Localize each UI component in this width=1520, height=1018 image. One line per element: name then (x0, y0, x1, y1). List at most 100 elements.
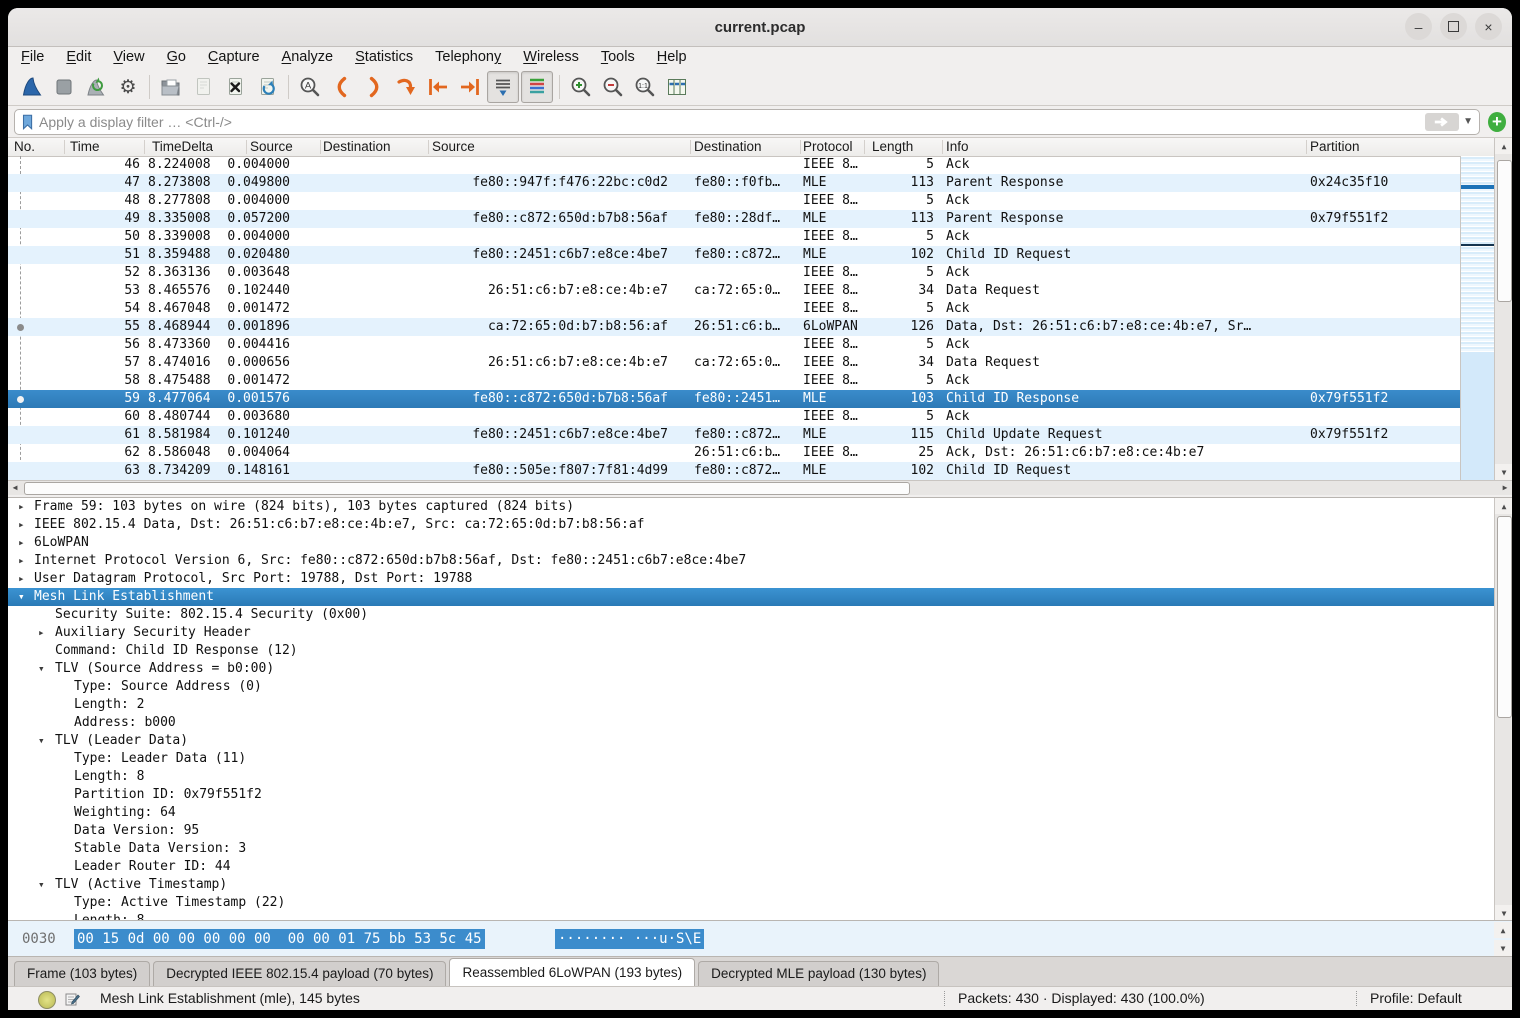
resize-columns-button[interactable] (662, 72, 692, 102)
detail-line[interactable]: Type: Source Address (0) (8, 678, 1494, 696)
packet-row-51[interactable]: 518.3594880.020480fe80::2451:c6b7:e8ce:4… (8, 246, 1460, 264)
detail-line[interactable]: ▸Auxiliary Security Header (8, 624, 1494, 642)
detail-line[interactable]: Command: Child ID Response (12) (8, 642, 1494, 660)
packet-row-58[interactable]: 588.4754880.001472IEEE 8…5Ack (8, 372, 1460, 390)
detail-line[interactable]: ▸IEEE 802.15.4 Data, Dst: 26:51:c6:b7:e8… (8, 516, 1494, 534)
menu-help[interactable]: Help (646, 49, 698, 65)
add-filter-button[interactable]: + (1488, 112, 1506, 132)
display-filter-box[interactable]: ▼ (14, 109, 1480, 135)
menu-file[interactable]: File (10, 49, 55, 65)
menu-go[interactable]: Go (156, 49, 197, 65)
zoom-out-button[interactable] (598, 72, 628, 102)
intelligent-scrollbar[interactable] (1460, 156, 1494, 480)
detail-line[interactable]: Stable Data Version: 3 (8, 840, 1494, 858)
scroll-down-icon[interactable]: ▼ (1495, 464, 1512, 480)
title-bar[interactable]: current.pcap – × (8, 8, 1512, 47)
detail-line[interactable]: ▸Internet Protocol Version 6, Src: fe80:… (8, 552, 1494, 570)
column-header-info[interactable]: Info (946, 139, 969, 154)
detail-line[interactable]: ▾Mesh Link Establishment (8, 588, 1494, 606)
close-file-button[interactable] (220, 72, 250, 102)
column-separator[interactable] (320, 140, 321, 154)
zoom-in-button[interactable] (566, 72, 596, 102)
packet-row-49[interactable]: 498.3350080.057200fe80::c872:650d:b7b8:5… (8, 210, 1460, 228)
collapsed-arrow-icon[interactable]: ▸ (38, 624, 45, 642)
packet-row-46[interactable]: 468.2240080.004000IEEE 8…5Ack (8, 156, 1460, 174)
menu-wireless[interactable]: Wireless (512, 49, 590, 65)
detail-line[interactable]: Security Suite: 802.15.4 Security (0x00) (8, 606, 1494, 624)
byte-tab-3[interactable]: Decrypted MLE payload (130 bytes) (698, 961, 939, 986)
packet-row-59[interactable]: 598.4770640.001576fe80::c872:650d:b7b8:5… (8, 390, 1460, 408)
scroll-down-icon[interactable]: ▼ (1495, 905, 1512, 921)
detail-line[interactable]: Weighting: 64 (8, 804, 1494, 822)
detail-line[interactable]: ▾TLV (Source Address = b0:00) (8, 660, 1494, 678)
column-separator[interactable] (1306, 140, 1307, 154)
detail-line[interactable]: Partition ID: 0x79f551f2 (8, 786, 1494, 804)
reload-file-button[interactable] (252, 72, 282, 102)
column-header-source[interactable]: Source (250, 139, 293, 154)
column-header-timedelta[interactable]: TimeDelta (152, 139, 213, 154)
detail-line[interactable]: ▾TLV (Active Timestamp) (8, 876, 1494, 894)
scroll-up-icon[interactable]: ▲ (1495, 138, 1512, 154)
hex-ascii-selected[interactable]: ········ ···u·S\E (555, 929, 704, 949)
scroll-right-icon[interactable]: ▶ (1498, 481, 1512, 494)
column-separator[interactable] (428, 140, 429, 154)
column-separator[interactable] (942, 140, 943, 154)
column-separator[interactable] (800, 140, 801, 154)
scroll-up-icon[interactable]: ▲ (1494, 922, 1512, 938)
menu-capture[interactable]: Capture (197, 49, 271, 65)
column-header-protocol[interactable]: Protocol (803, 139, 853, 154)
expanded-arrow-icon[interactable]: ▾ (18, 588, 25, 606)
details-scroll-thumb[interactable] (1497, 516, 1512, 718)
packet-row-63[interactable]: 638.7342090.148161fe80::505e:f807:7f81:4… (8, 462, 1460, 480)
packet-row-52[interactable]: 528.3631360.003648IEEE 8…5Ack (8, 264, 1460, 282)
column-separator[interactable] (864, 140, 865, 154)
byte-tab-2[interactable]: Reassembled 6LoWPAN (193 bytes) (449, 958, 695, 986)
packet-list-hscrollbar[interactable]: ◀ ▶ (8, 480, 1512, 495)
column-separator[interactable] (144, 140, 145, 154)
status-profile[interactable]: Profile: Default (1370, 990, 1462, 1006)
menu-edit[interactable]: Edit (55, 49, 102, 65)
packet-row-62[interactable]: 628.5860480.00406426:51:c6:b…IEEE 8…25Ac… (8, 444, 1460, 462)
open-file-button[interactable] (156, 72, 186, 102)
detail-line[interactable]: ▸Frame 59: 103 bytes on wire (824 bits),… (8, 498, 1494, 516)
colorize-button[interactable] (521, 71, 553, 103)
packet-row-53[interactable]: 538.4655760.10244026:51:c6:b7:e8:ce:4b:e… (8, 282, 1460, 300)
collapsed-arrow-icon[interactable]: ▸ (18, 534, 25, 552)
column-header-destination[interactable]: Destination (323, 139, 391, 154)
find-packet-button[interactable]: A (295, 72, 325, 102)
column-separator[interactable] (64, 140, 65, 154)
packet-row-55[interactable]: 558.4689440.001896ca:72:65:0d:b7:b8:56:a… (8, 318, 1460, 336)
filter-dropdown-caret[interactable]: ▼ (1463, 116, 1473, 127)
byte-tab-0[interactable]: Frame (103 bytes) (14, 961, 150, 986)
hex-bytes-selected[interactable]: 00 15 0d 00 00 00 00 00 00 00 01 75 bb 5… (74, 929, 485, 949)
column-header-destination[interactable]: Destination (694, 139, 762, 154)
column-header-length[interactable]: Length (872, 139, 913, 154)
display-filter-input[interactable] (37, 111, 1425, 133)
bookmark-icon[interactable] (19, 113, 37, 131)
column-header-partition[interactable]: Partition (1310, 139, 1360, 154)
scroll-left-icon[interactable]: ◀ (8, 481, 22, 494)
zoom-original-button[interactable]: 1:1 (630, 72, 660, 102)
capture-options-button[interactable]: ⚙ (113, 72, 143, 102)
packet-row-47[interactable]: 478.2738080.049800fe80::947f:f476:22bc:c… (8, 174, 1460, 192)
packet-row-57[interactable]: 578.4740160.00065626:51:c6:b7:e8:ce:4b:e… (8, 354, 1460, 372)
detail-line[interactable]: Length: 8 (8, 768, 1494, 786)
packet-row-48[interactable]: 488.2778080.004000IEEE 8…5Ack (8, 192, 1460, 210)
packet-row-60[interactable]: 608.4807440.003680IEEE 8…5Ack (8, 408, 1460, 426)
packet-list-vscrollbar[interactable]: ▲ ▼ (1494, 138, 1512, 480)
collapsed-arrow-icon[interactable]: ▸ (18, 498, 25, 516)
minimize-button[interactable]: – (1405, 13, 1432, 40)
detail-line[interactable]: Length: 2 (8, 696, 1494, 714)
packet-list-hscroll-thumb[interactable] (24, 482, 910, 495)
packet-row-50[interactable]: 508.3390080.004000IEEE 8…5Ack (8, 228, 1460, 246)
column-header-no[interactable]: No. (14, 139, 35, 154)
go-back-button[interactable] (327, 72, 357, 102)
column-separator[interactable] (246, 140, 247, 154)
go-to-packet-button[interactable] (391, 72, 421, 102)
scroll-down-icon[interactable]: ▼ (1494, 940, 1512, 956)
packet-row-56[interactable]: 568.4733600.004416IEEE 8…5Ack (8, 336, 1460, 354)
stop-capture-button[interactable] (49, 72, 79, 102)
expanded-arrow-icon[interactable]: ▾ (38, 660, 45, 678)
bytes-vscrollbar[interactable]: ▲ ▼ (1494, 921, 1512, 957)
collapsed-arrow-icon[interactable]: ▸ (18, 570, 25, 588)
